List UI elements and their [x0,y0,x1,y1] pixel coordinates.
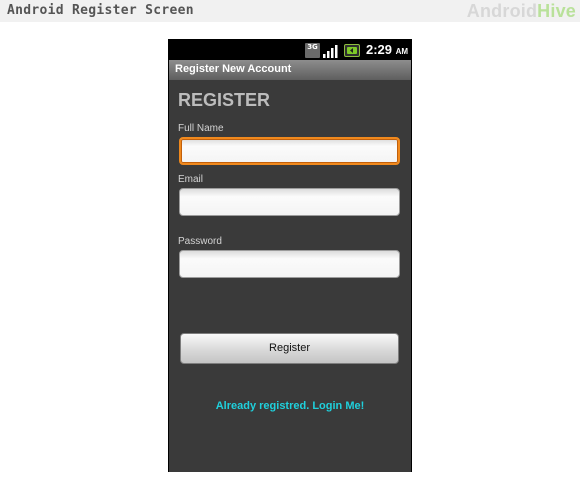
brand-logo: AndroidHive [467,1,576,22]
password-label: Password [178,236,222,247]
network-label: 3G [307,43,318,51]
login-link[interactable]: Already registred. Login Me! [169,400,411,412]
battery-icon [344,44,360,57]
email-label: Email [178,174,204,185]
register-button[interactable]: Register [180,333,399,364]
password-field[interactable] [179,250,400,278]
app-title-bar: Register New Account [169,60,411,80]
clock-time: 2:29 [366,42,393,57]
brand-logo-part2: Hive [537,1,576,21]
clock: 2:29 AM [366,42,408,57]
full-name-label: Full Name [178,123,224,134]
full-name-field[interactable] [179,137,400,165]
status-bar: 3G 2:29 AM [169,40,411,60]
page-title: Android Register Screen [7,3,194,18]
phone-screen: 3G 2:29 AM Register New Account REGISTER… [168,39,412,472]
clock-ampm: AM [395,47,409,56]
app-title: Register New Account [175,63,292,75]
3g-icon: 3G [305,43,320,58]
email-field[interactable] [179,188,400,216]
signal-icon [323,45,338,58]
page-header: Android Register Screen AndroidHive [0,0,580,22]
register-heading: REGISTER [178,90,271,110]
register-form: REGISTER Full Name Email Password Regist… [169,80,411,472]
brand-logo-part1: Android [466,1,538,21]
